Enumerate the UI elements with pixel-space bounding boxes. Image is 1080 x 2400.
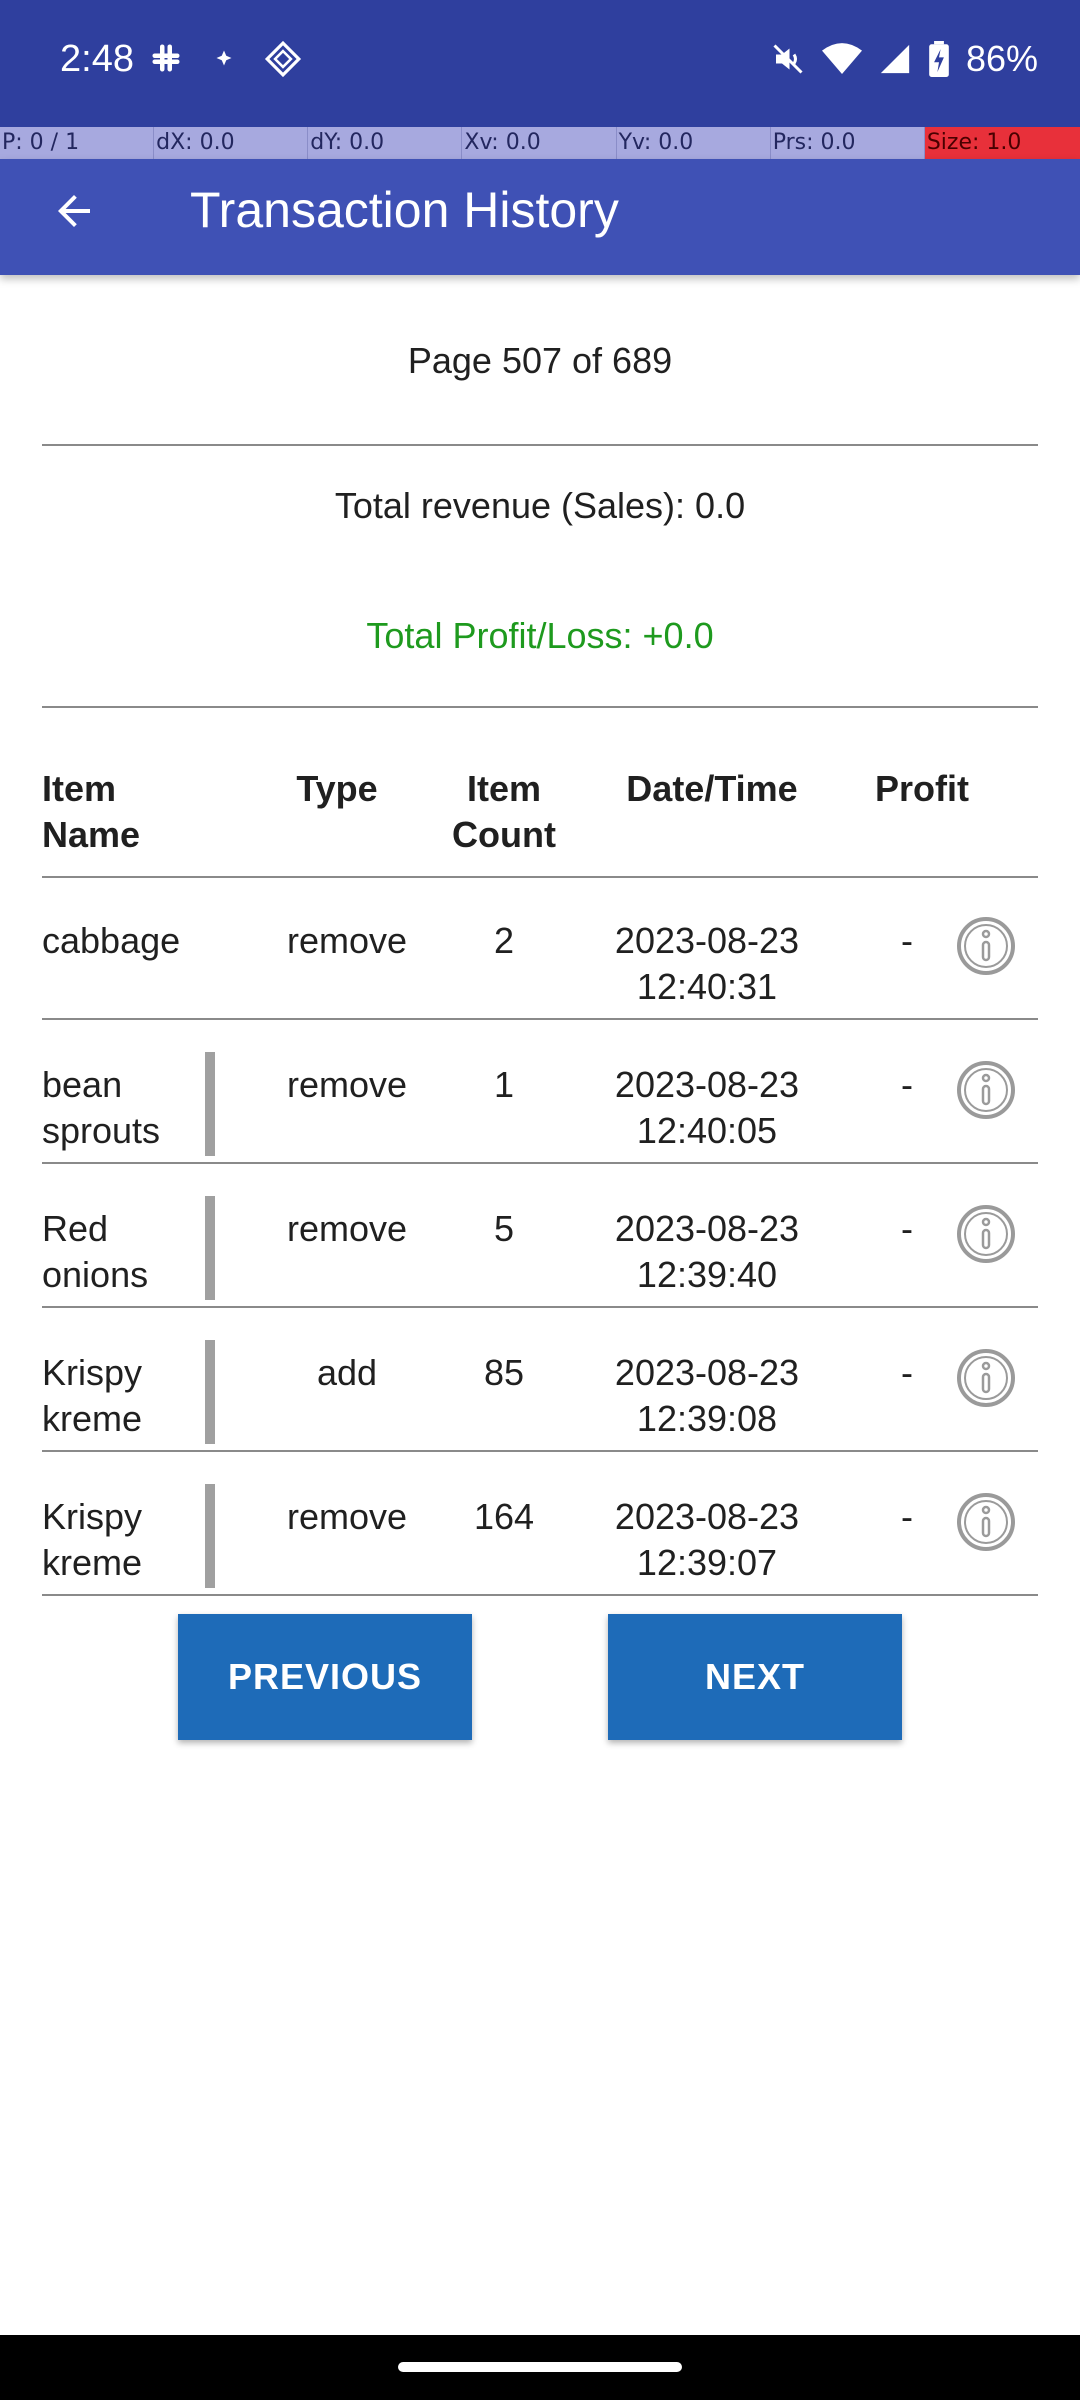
table-row: Krispy kreme remove 164 2023-08-23 12:39… [42, 1454, 1038, 1596]
info-button[interactable] [956, 1492, 1016, 1552]
row-marker [205, 1340, 215, 1444]
debug-size: Size: 1.0 [924, 127, 1080, 159]
slack-icon [148, 40, 184, 78]
page-title: Transaction History [190, 182, 619, 238]
total-profit-loss: Total Profit/Loss: +0.0 [366, 615, 714, 656]
info-button[interactable] [956, 916, 1016, 976]
info-icon [957, 917, 1015, 975]
arrow-left-icon [58, 195, 90, 227]
debug-xv: Xv: 0.0 [462, 127, 617, 159]
page-indicator: Page 507 of 689 [407, 340, 673, 381]
battery-percent: 86% [965, 38, 1038, 79]
table-row: cabbage remove 2 2023-08-23 12:40:31 - [42, 878, 1038, 1020]
divider [42, 1018, 1038, 1020]
debug-pointer: P: 0 / 1 [0, 127, 155, 159]
row-item-name: Red onions [42, 1208, 149, 1295]
divider [42, 706, 1038, 708]
diamond-icon [264, 40, 302, 78]
info-icon [957, 1061, 1015, 1119]
info-button[interactable] [956, 1060, 1016, 1120]
divider [42, 1162, 1038, 1164]
wifi-icon [821, 41, 862, 77]
home-gesture-handle[interactable] [398, 2362, 682, 2372]
debug-yv: Yv: 0.0 [617, 127, 771, 159]
signal-icon [878, 42, 912, 76]
row-item-name: Krispy kreme [42, 1496, 143, 1583]
row-marker [205, 1052, 215, 1156]
info-icon [957, 1205, 1015, 1263]
info-button[interactable] [956, 1204, 1016, 1264]
next-button[interactable]: NEXT [608, 1614, 902, 1740]
header-item-name: Item Name [42, 768, 141, 855]
system-icons: 86% [770, 38, 1038, 80]
divider [42, 1450, 1038, 1452]
table-row: Krispy kreme add 85 2023-08-23 12:39:08 … [42, 1310, 1038, 1452]
divider [42, 1594, 1038, 1596]
divider [42, 444, 1038, 446]
row-item-name: cabbage [42, 920, 181, 961]
battery-charging-icon [928, 41, 950, 77]
pointer-debug-bar: P: 0 / 1 dX: 0.0 dY: 0.0 Xv: 0.0 Yv: 0.0… [0, 127, 1080, 159]
info-button[interactable] [956, 1348, 1016, 1408]
back-button[interactable] [44, 181, 104, 241]
table-row: bean sprouts remove 1 2023-08-23 12:40:0… [42, 1022, 1038, 1164]
status-bar: 2:48 86% [0, 0, 1080, 127]
previous-button[interactable]: PREVIOUS [178, 1614, 472, 1740]
info-icon [957, 1349, 1015, 1407]
notification-icons [148, 40, 302, 78]
app-bar: Transaction History [0, 159, 1080, 275]
mute-icon [770, 41, 806, 77]
sparkle-icon [206, 40, 242, 78]
system-nav-bar [0, 2335, 1080, 2400]
debug-pressure: Prs: 0.0 [771, 127, 925, 159]
row-item-name: Krispy kreme [42, 1352, 143, 1439]
table-row: Red onions remove 5 2023-08-23 12:39:40 … [42, 1166, 1038, 1308]
row-item-name: bean sprouts [42, 1064, 161, 1151]
header-profit: Profit [875, 768, 969, 809]
debug-dx: dX: 0.0 [154, 127, 309, 159]
total-revenue: Total revenue (Sales): 0.0 [334, 485, 746, 526]
debug-dy: dY: 0.0 [308, 127, 463, 159]
divider [42, 1306, 1038, 1308]
table-header: Item Name Type Item Count Date/Time Prof… [42, 766, 1038, 876]
status-time: 2:48 [60, 38, 134, 80]
row-marker [205, 1196, 215, 1300]
row-marker [205, 1484, 215, 1588]
info-icon [957, 1493, 1015, 1551]
